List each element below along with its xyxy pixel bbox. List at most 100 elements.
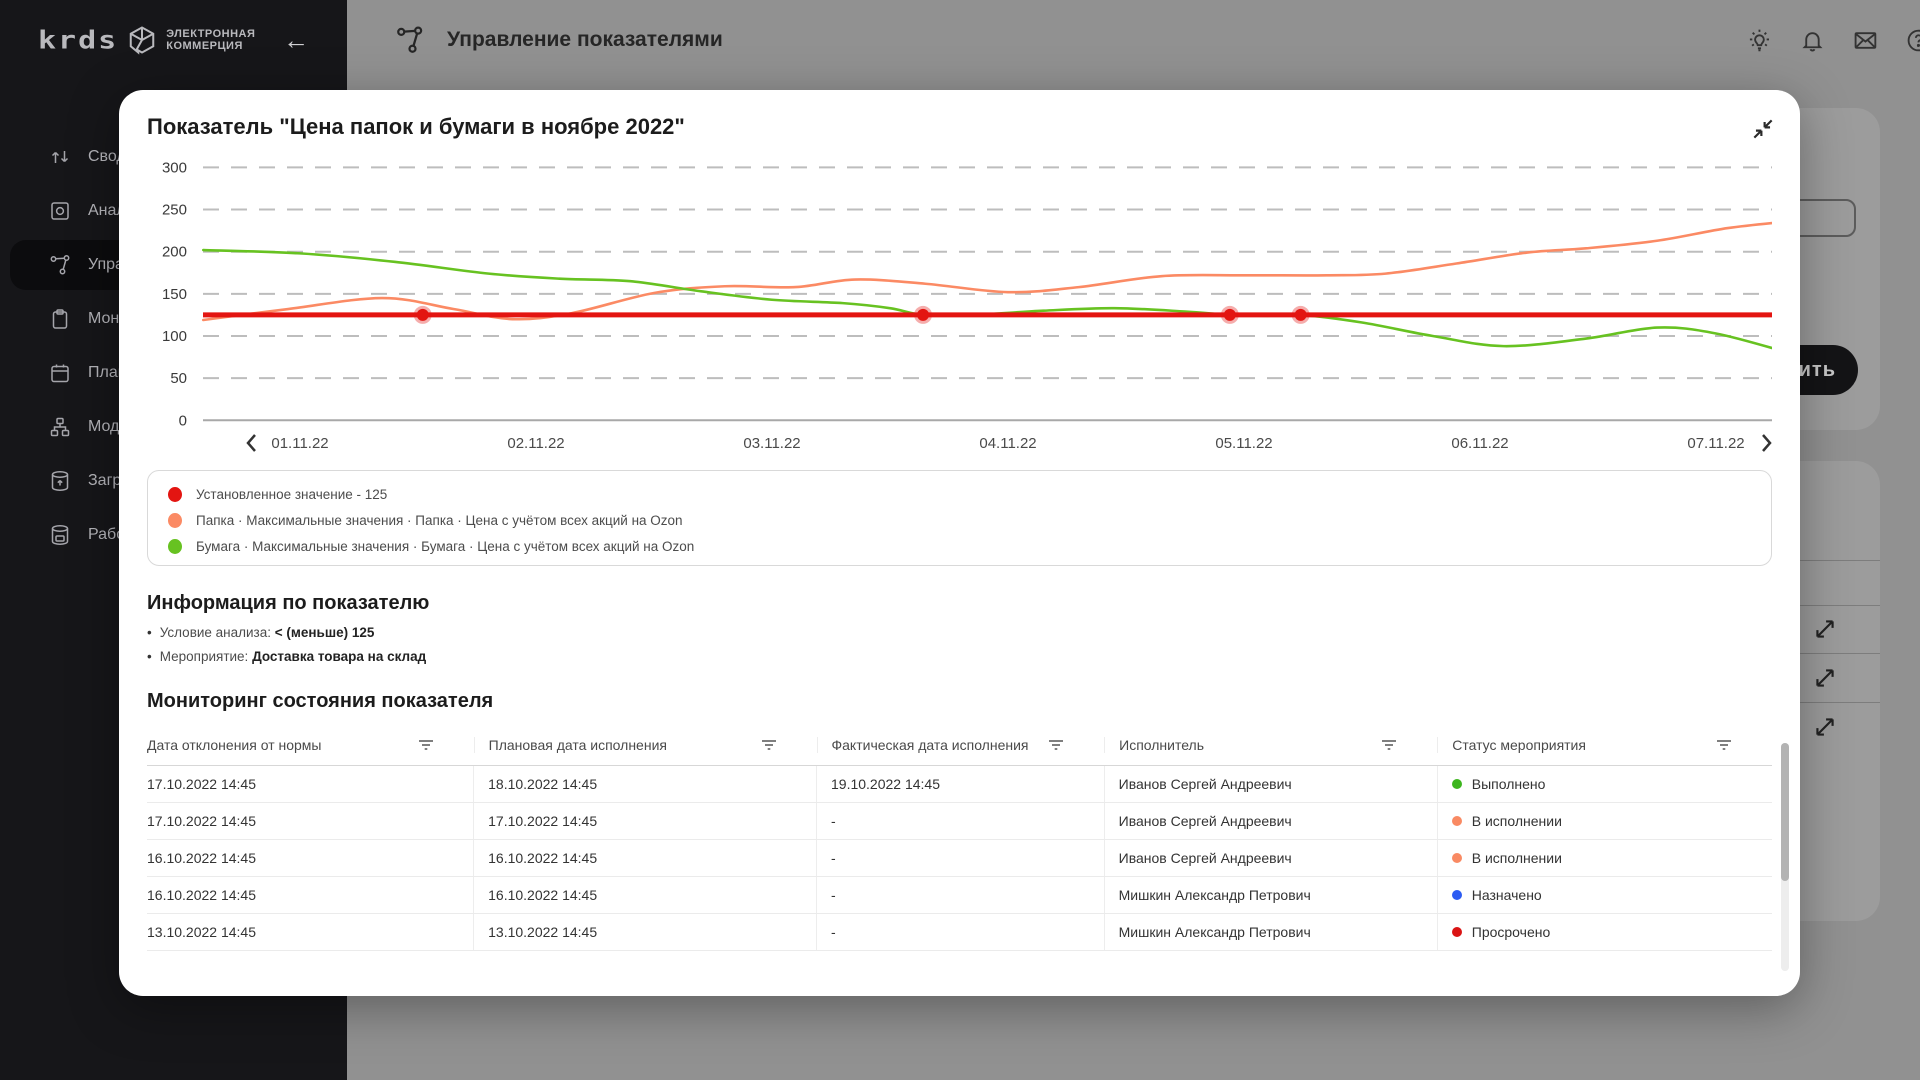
- status-cell: Просрочено: [1437, 914, 1772, 951]
- filter-icon[interactable]: [761, 738, 777, 752]
- table-cell: 13.10.2022 14:45: [147, 914, 474, 951]
- monitoring-heading: Мониторинг состояния показателя: [147, 690, 1772, 713]
- column-header: Статус мероприятия: [1437, 727, 1772, 766]
- status-dot: [1452, 890, 1462, 900]
- table-scrollbar-thumb[interactable]: [1781, 743, 1789, 881]
- chart-prev-icon[interactable]: [248, 435, 255, 451]
- info-bullet: Условие анализа: < (меньше) 125: [147, 625, 1772, 640]
- summary-icon: [48, 145, 72, 169]
- svg-text:07.11.22: 07.11.22: [1687, 435, 1744, 452]
- table-cell: 16.10.2022 14:45: [147, 840, 474, 877]
- indicator-modal: Показатель "Цена папок и бумаги в ноябре…: [119, 90, 1800, 996]
- svg-text:05.11.22: 05.11.22: [1215, 435, 1272, 452]
- db-upload-icon: [48, 469, 72, 493]
- table-row[interactable]: 16.10.2022 14:4516.10.2022 14:45-Иванов …: [147, 840, 1772, 877]
- table-row[interactable]: 13.10.2022 14:4513.10.2022 14:45-Мишкин …: [147, 914, 1772, 951]
- table-cell: 17.10.2022 14:45: [147, 803, 474, 840]
- filter-icon[interactable]: [1381, 738, 1397, 752]
- divider: [1796, 605, 1880, 606]
- status-cell: В исполнении: [1437, 840, 1772, 877]
- table-cell: 18.10.2022 14:45: [474, 766, 817, 803]
- mail-icon[interactable]: [1853, 27, 1878, 54]
- status-label: В исполнении: [1472, 813, 1562, 829]
- help-icon[interactable]: [1906, 27, 1920, 54]
- table-row[interactable]: 17.10.2022 14:4517.10.2022 14:45-Иванов …: [147, 803, 1772, 840]
- status-cell: В исполнении: [1437, 803, 1772, 840]
- column-header: Дата отклонения от нормы: [147, 727, 474, 766]
- filter-icon[interactable]: [418, 738, 434, 752]
- status-cell: Назначено: [1437, 877, 1772, 914]
- status-cell: Выполнено: [1437, 766, 1772, 803]
- svg-text:04.11.22: 04.11.22: [979, 435, 1036, 452]
- chart-next-icon[interactable]: [1763, 435, 1770, 451]
- indicator-line-chart: 05010015020025030001.11.2202.11.2203.11.…: [147, 150, 1772, 458]
- clipboard-icon: [48, 307, 72, 331]
- status-label: Выполнено: [1472, 776, 1546, 792]
- back-arrow-icon[interactable]: ←: [280, 24, 312, 56]
- divider: [1790, 560, 1880, 561]
- page-title: Управление показателями: [447, 28, 723, 52]
- status-label: Просрочено: [1472, 924, 1551, 940]
- status-dot: [1452, 816, 1462, 826]
- status-dot: [1452, 853, 1462, 863]
- expand-icon[interactable]: [1812, 714, 1838, 740]
- topbar: krds ЭЛЕКТРОННАЯ КОММЕРЦИЯ ← Управление …: [0, 0, 1920, 80]
- status-label: Назначено: [1472, 887, 1542, 903]
- topbar-main: Управление показателями: [347, 0, 1920, 80]
- legend-color-dot: [168, 513, 182, 528]
- column-header-label: Плановая дата исполнения: [489, 737, 667, 753]
- legend-color-dot: [168, 487, 182, 502]
- table-cell: 16.10.2022 14:45: [147, 877, 474, 914]
- filter-icon[interactable]: [1048, 738, 1064, 752]
- table-row[interactable]: 17.10.2022 14:4518.10.2022 14:4519.10.20…: [147, 766, 1772, 803]
- monitoring-table: Дата отклонения от нормы Плановая дата ис…: [147, 727, 1772, 951]
- idea-bulb-icon[interactable]: [1747, 27, 1772, 54]
- table-cell: -: [817, 803, 1105, 840]
- analytics-icon: [48, 199, 72, 223]
- expand-icon[interactable]: [1812, 665, 1838, 691]
- topbar-brand-section: krds ЭЛЕКТРОННАЯ КОММЕРЦИЯ ←: [0, 0, 347, 80]
- svg-text:50: 50: [170, 370, 187, 387]
- table-row[interactable]: 16.10.2022 14:4516.10.2022 14:45-Мишкин …: [147, 877, 1772, 914]
- status-label: В исполнении: [1472, 850, 1562, 866]
- table-cell: 17.10.2022 14:45: [147, 766, 474, 803]
- legend-item: Папка · Максимальные значения · Папка · …: [168, 507, 1751, 533]
- svg-text:150: 150: [162, 286, 187, 303]
- modal-title: Показатель "Цена папок и бумаги в ноябре…: [147, 114, 685, 139]
- notifications-bell-icon[interactable]: [1800, 27, 1825, 54]
- legend-label: Папка · Максимальные значения · Папка · …: [196, 513, 683, 528]
- info-bullets: Условие анализа: < (меньше) 125Мероприят…: [147, 625, 1772, 664]
- column-header: Исполнитель: [1104, 727, 1437, 766]
- divider: [1796, 702, 1880, 703]
- divider: [1796, 653, 1880, 654]
- status-dot: [1452, 779, 1462, 789]
- table-cell: 16.10.2022 14:45: [474, 840, 817, 877]
- table-cell: 17.10.2022 14:45: [474, 803, 817, 840]
- topbar-actions: Стефания О.: [1747, 0, 1920, 80]
- legend-item: Установленное значение - 125: [168, 481, 1751, 507]
- svg-text:100: 100: [162, 328, 187, 345]
- table-cell: Иванов Сергей Андреевич: [1104, 803, 1437, 840]
- collapse-icon[interactable]: [1750, 116, 1776, 142]
- svg-text:250: 250: [162, 202, 187, 219]
- sitemap-icon: [48, 415, 72, 439]
- table-cell: Иванов Сергей Андреевич: [1104, 766, 1437, 803]
- modal-header: Показатель "Цена папок и бумаги в ноябре…: [147, 114, 1772, 150]
- column-header-label: Дата отклонения от нормы: [147, 737, 322, 753]
- legend-color-dot: [168, 539, 182, 554]
- status-dot: [1452, 927, 1462, 937]
- table-cell: -: [817, 840, 1105, 877]
- db-sql-icon: [48, 523, 72, 547]
- logo-caption: ЭЛЕКТРОННАЯ КОММЕРЦИЯ: [166, 28, 255, 52]
- expand-icon[interactable]: [1812, 616, 1838, 642]
- share-nodes-icon: [48, 253, 72, 277]
- info-heading: Информация по показателю: [147, 592, 1772, 615]
- table-cell: 16.10.2022 14:45: [474, 877, 817, 914]
- svg-text:02.11.22: 02.11.22: [507, 435, 564, 452]
- filter-icon[interactable]: [1716, 738, 1732, 752]
- svg-text:03.11.22: 03.11.22: [743, 435, 800, 452]
- table-cell: Иванов Сергей Андреевич: [1104, 840, 1437, 877]
- table-cell: -: [817, 914, 1105, 951]
- table-cell: 13.10.2022 14:45: [474, 914, 817, 951]
- chart-legend: Установленное значение - 125 Папка · Макс…: [147, 470, 1772, 566]
